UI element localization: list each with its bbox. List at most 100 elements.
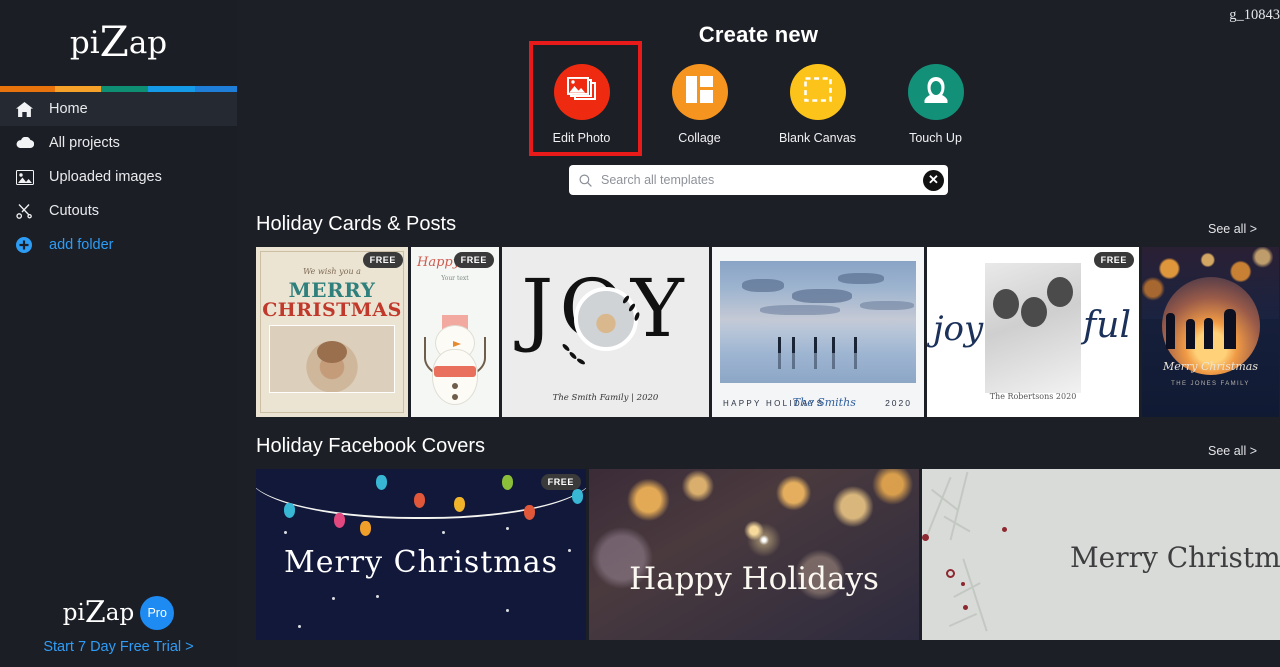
blank-canvas-circle bbox=[789, 64, 846, 120]
logo-part-pre: pi bbox=[69, 25, 100, 61]
action-label: Collage bbox=[678, 131, 721, 145]
wreath-leaf bbox=[576, 357, 586, 366]
berry bbox=[963, 605, 968, 610]
card-merry-text: Merry Christmas bbox=[1163, 360, 1258, 373]
action-edit-photo[interactable]: Edit Photo bbox=[528, 41, 642, 156]
cover-card-string-lights[interactable]: Merry Christmas FREE bbox=[256, 469, 586, 640]
collage-circle bbox=[671, 64, 728, 120]
page-title: Create new bbox=[698, 22, 819, 47]
cover-card-bokeh-lights[interactable]: Happy Holidays bbox=[589, 469, 919, 640]
template-card-beach-happy-holidays[interactable]: HAPPY HOLIDAYS The Smiths 2020 bbox=[712, 247, 924, 417]
pro-logo-pre: pi bbox=[62, 600, 85, 626]
silhouette-figure bbox=[1166, 313, 1175, 349]
see-all-link[interactable]: See all > bbox=[1208, 444, 1257, 458]
sidebar-item-cutouts[interactable]: Cutouts bbox=[0, 194, 237, 228]
berry bbox=[922, 534, 929, 541]
cover-title: Merry Christmas bbox=[283, 545, 559, 580]
see-all-link[interactable]: See all > bbox=[1208, 222, 1257, 236]
light-bulb bbox=[572, 489, 583, 504]
sidebar-item-label: All projects bbox=[49, 135, 120, 151]
template-card-joyful-family[interactable]: joy ful The Robertsons 2020 FREE bbox=[927, 247, 1139, 417]
sidebar-item-all-projects[interactable]: All projects bbox=[0, 126, 237, 160]
edit-photo-circle bbox=[553, 64, 610, 120]
free-badge: FREE bbox=[453, 252, 494, 268]
action-label: Touch Up bbox=[909, 131, 962, 145]
light-bulb bbox=[284, 503, 295, 518]
pro-logo-post: ap bbox=[105, 600, 135, 626]
leaf-stem bbox=[953, 582, 981, 598]
cover-title: Happy Holidays bbox=[629, 561, 879, 597]
action-label: Blank Canvas bbox=[778, 131, 857, 145]
card-family-text: The Smith Family | 2020 bbox=[552, 393, 659, 403]
light-bulb bbox=[414, 493, 425, 508]
touch-up-circle bbox=[907, 64, 964, 120]
light-bulb bbox=[334, 513, 345, 528]
search-input[interactable] bbox=[592, 173, 923, 187]
silhouette-figure bbox=[1186, 319, 1195, 349]
light-bulb bbox=[524, 505, 535, 520]
account-label[interactable]: g_10843 bbox=[1229, 7, 1280, 24]
silhouette-figure bbox=[1224, 309, 1236, 349]
sidebar-item-label: Home bbox=[49, 101, 88, 117]
home-icon bbox=[16, 100, 42, 118]
card-year-text: 2020 bbox=[885, 398, 912, 408]
sidebar-item-home[interactable]: Home bbox=[0, 92, 237, 126]
card-photo bbox=[269, 325, 395, 393]
light-bulb bbox=[454, 497, 465, 512]
face-icon bbox=[923, 76, 949, 109]
card-joy-text: joy bbox=[933, 309, 984, 349]
card-family-text: The Robertsons 2020 bbox=[989, 392, 1077, 401]
app-logo[interactable]: piZap bbox=[0, 0, 237, 86]
card-christmas-text: CHRISTMAS bbox=[262, 299, 402, 321]
action-collage[interactable]: Collage bbox=[660, 64, 740, 145]
pizap-pro-logo[interactable]: piZap Pro bbox=[0, 596, 237, 630]
silhouette-figure bbox=[1204, 318, 1213, 349]
card-family-text: The Smiths bbox=[792, 396, 856, 409]
section-title: Holiday Cards & Posts bbox=[256, 213, 457, 235]
template-row: Merry Christmas FREE Happy Holidays Merr… bbox=[256, 469, 1280, 640]
pro-logo-text: piZap bbox=[62, 598, 135, 628]
template-card-joy[interactable]: JOY The Smith Family | 2020 bbox=[502, 247, 709, 417]
action-touch-up[interactable]: Touch Up bbox=[896, 64, 976, 145]
pro-badge: Pro bbox=[140, 596, 175, 630]
cover-card-botanical[interactable]: Merry Christm bbox=[922, 469, 1280, 640]
sidebar-item-add-folder[interactable]: add folder bbox=[0, 228, 237, 262]
action-label: Edit Photo bbox=[552, 131, 611, 145]
snowman-button bbox=[452, 383, 458, 389]
section-facebook-covers: Holiday Facebook Covers See all > Merry … bbox=[237, 435, 1280, 640]
leaf-stem bbox=[926, 476, 952, 536]
action-blank-canvas[interactable]: Blank Canvas bbox=[778, 64, 858, 145]
template-card-snowman[interactable]: Happy H Your text FREE bbox=[411, 247, 499, 417]
photos-icon bbox=[566, 76, 597, 108]
snowman-scarf bbox=[434, 366, 476, 377]
template-search-box[interactable]: ✕ bbox=[569, 165, 948, 195]
berry bbox=[961, 582, 965, 586]
template-row: We wish you a MERRY CHRISTMAS FREE Happy… bbox=[256, 247, 1280, 417]
section-header: Holiday Cards & Posts See all > bbox=[256, 213, 1280, 236]
template-card-silhouette-christmas[interactable]: Merry Christmas THE JONES FAMILY bbox=[1142, 247, 1279, 417]
main-content: g_10843 Create new Edit Photo Collage Bl… bbox=[237, 0, 1280, 667]
sidebar-item-label: add folder bbox=[49, 237, 114, 253]
collage-grid-icon bbox=[686, 76, 713, 108]
image-icon bbox=[16, 168, 42, 186]
template-card-merry-christmas-baby[interactable]: We wish you a MERRY CHRISTMAS FREE bbox=[256, 247, 408, 417]
search-icon bbox=[579, 173, 592, 187]
cloud-icon bbox=[16, 134, 42, 152]
card-script-text: We wish you a bbox=[303, 267, 361, 276]
free-badge: FREE bbox=[1093, 252, 1134, 268]
leaf-stem bbox=[948, 612, 978, 628]
card-photo bbox=[985, 263, 1081, 393]
clear-search-icon[interactable]: ✕ bbox=[923, 169, 944, 191]
free-badge: FREE bbox=[362, 252, 403, 268]
section-header: Holiday Facebook Covers See all > bbox=[256, 435, 1280, 458]
logo-part-mid: Z bbox=[99, 17, 129, 66]
berry-outline bbox=[946, 569, 955, 578]
sidebar-item-uploaded-images[interactable]: Uploaded images bbox=[0, 160, 237, 194]
start-free-trial-link[interactable]: Start 7 Day Free Trial > bbox=[0, 639, 237, 655]
card-ful-text: ful bbox=[1082, 305, 1131, 346]
snowman-nose bbox=[453, 341, 461, 347]
berry bbox=[1002, 527, 1007, 532]
sidebar-item-label: Uploaded images bbox=[49, 169, 162, 185]
logo-part-post: ap bbox=[128, 25, 168, 61]
leaf-stem bbox=[962, 558, 988, 632]
